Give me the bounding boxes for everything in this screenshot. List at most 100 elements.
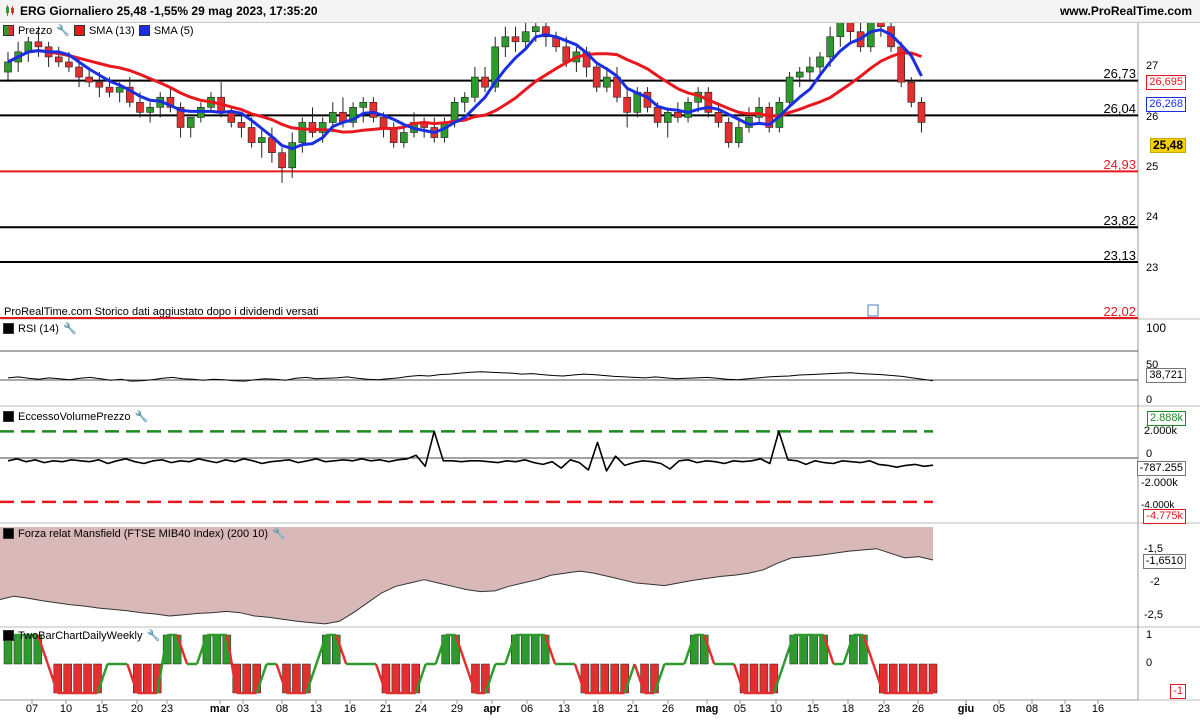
sma5-swatch [138, 25, 150, 36]
sma5-line [7, 28, 923, 151]
candle-body [714, 112, 723, 123]
candle-body [85, 76, 93, 83]
twobar-bar [799, 634, 808, 665]
candle-body [663, 112, 672, 123]
twobar-bar [590, 663, 600, 694]
y-tick-label: -2 [1150, 576, 1160, 588]
x-tick-label: 05 [733, 703, 747, 715]
sma13-swatch [73, 25, 85, 36]
evp-upper-tag: 2.888k [1146, 411, 1186, 426]
candle-body [328, 112, 337, 123]
candle-body [684, 101, 692, 118]
candle-body [501, 36, 510, 48]
candle-body [75, 66, 83, 78]
candle-body [734, 127, 743, 143]
evp-lower-tag: -4.775k [1143, 509, 1186, 524]
twobar-bar [759, 663, 769, 694]
y-tick-label: 25 [1146, 161, 1159, 173]
candle-body [460, 96, 469, 103]
wrench-icon[interactable]: 🔧 [56, 24, 70, 37]
candle-body [481, 76, 489, 88]
candle-body [917, 101, 926, 123]
x-tick-label: 26 [661, 703, 675, 715]
candle-body [95, 81, 104, 88]
candle-body [400, 132, 408, 143]
x-tick-label: 07 [25, 703, 39, 715]
x-tick-label: mag [695, 703, 719, 715]
x-tick-label: 10 [59, 703, 73, 715]
twobar-bar [600, 663, 610, 694]
candle-body [379, 117, 388, 128]
mansfield-label: Forza relat Mansfield (FTSE MIB40 Index)… [18, 527, 269, 540]
candle-body [785, 76, 794, 103]
x-tick-label: apr [483, 703, 501, 715]
twobar-bar [928, 663, 938, 694]
x-tick-label: 06 [520, 703, 534, 715]
twobar-bar [610, 663, 619, 694]
x-tick-label: 26 [911, 703, 925, 715]
twobar-bar [212, 634, 222, 665]
candle-body [907, 81, 916, 103]
candle-body [795, 71, 804, 78]
x-tick-label: 08 [275, 703, 289, 715]
candle-body [237, 122, 246, 128]
x-tick-label: 18 [591, 703, 605, 715]
x-tick-label: 03 [236, 703, 250, 715]
x-tick-label: 10 [769, 703, 783, 715]
twobar-bar [749, 663, 759, 694]
candlestick-icon [3, 25, 14, 36]
site-url[interactable]: www.ProRealTime.com [1060, 4, 1192, 18]
candle-body [836, 21, 845, 38]
candle-body [65, 61, 73, 68]
wrench-icon[interactable]: 🔧 [147, 629, 161, 642]
level-label: 23,13 [1103, 248, 1136, 263]
data-note: ProRealTime.com Storico dati aggiustato … [4, 306, 319, 318]
candle-body [724, 122, 733, 143]
y-tick-label: 27 [1146, 60, 1159, 72]
level-label: 26,04 [1103, 101, 1136, 116]
price-value-tag: 25,48 [1149, 138, 1186, 153]
y-tick-label: 0 [1146, 448, 1153, 460]
twobar-bar [888, 663, 898, 694]
candle-body [247, 127, 256, 143]
evp-swatch [3, 411, 14, 422]
candle-body [511, 36, 520, 43]
price-legend: Prezzo 🔧 SMA (13) SMA (5) [3, 24, 194, 37]
calendar-icon [867, 304, 879, 317]
candle-body [359, 101, 368, 108]
y-tick-label: 1 [1146, 629, 1153, 641]
mansfield-swatch [3, 528, 14, 539]
wrench-icon[interactable]: 🔧 [135, 410, 149, 423]
y-tick-label: 24 [1146, 211, 1159, 223]
candle-body [562, 46, 571, 63]
candle-body [369, 101, 378, 118]
mansfield-value-tag: -1,6510 [1142, 554, 1186, 569]
twobar-label: TwoBarChartDailyWeekly [18, 629, 143, 642]
rsi-value-tag: 38,721 [1146, 368, 1186, 383]
chart-canvas [0, 6, 1200, 720]
y-tick-label: -2.000k [1141, 477, 1178, 489]
x-tick-label: 15 [95, 703, 109, 715]
y-tick-label: 26 [1146, 111, 1159, 123]
x-tick-label: 16 [343, 703, 357, 715]
evp-line [7, 430, 934, 472]
axis-corner [1148, 701, 1200, 720]
candle-body [592, 66, 601, 88]
twobar-bar [73, 663, 82, 694]
x-tick-label: 24 [414, 703, 428, 715]
candle-body [623, 96, 631, 113]
twobar-swatch [3, 630, 14, 641]
twobar-bar [242, 663, 251, 694]
level-label: 23,82 [1103, 213, 1136, 228]
chart-header: ERG Giornaliero 25,48 -1,55% 29 mag 2023… [0, 0, 1200, 23]
candle-body [521, 31, 530, 43]
x-tick-label: 13 [1058, 703, 1072, 715]
wrench-icon[interactable]: 🔧 [272, 527, 286, 540]
x-tick-label: 05 [992, 703, 1006, 715]
wrench-icon[interactable]: 🔧 [63, 322, 77, 335]
evp-legend: EccessoVolumePrezzo 🔧 [3, 410, 148, 423]
twobar-legend: TwoBarChartDailyWeekly 🔧 [3, 629, 160, 642]
twobar-bar [530, 634, 540, 665]
level-label: 26,73 [1103, 66, 1136, 81]
level-label: 24,93 [1103, 157, 1136, 172]
